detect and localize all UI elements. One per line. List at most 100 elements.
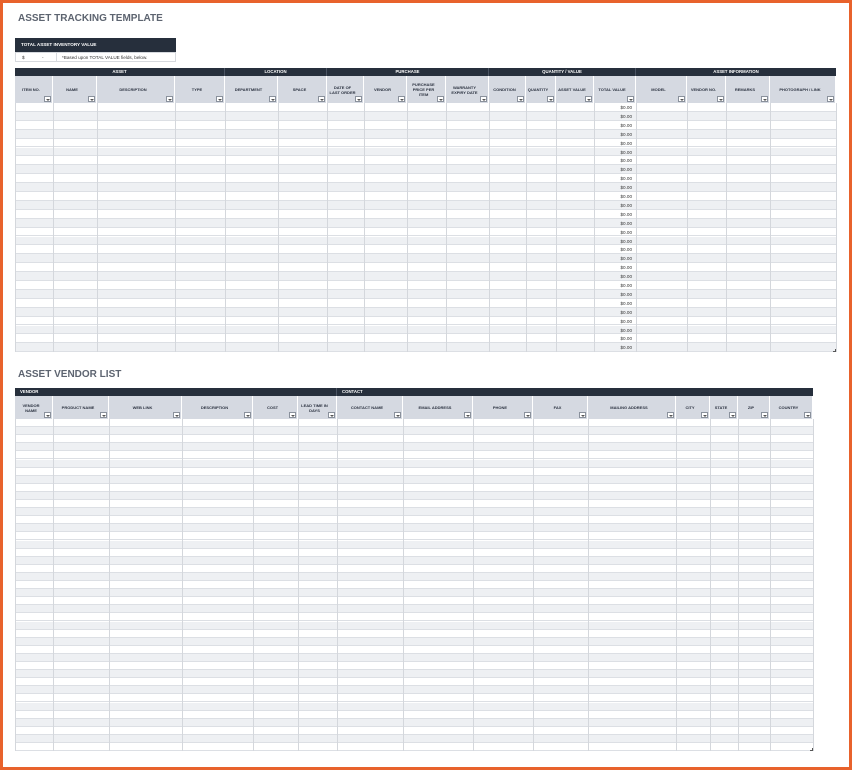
table-row[interactable] <box>15 597 813 606</box>
table-row[interactable] <box>15 111 836 121</box>
table-row[interactable] <box>15 653 813 662</box>
table-row[interactable] <box>15 459 813 468</box>
table-row[interactable] <box>15 718 813 727</box>
filter-dropdown-icon[interactable] <box>269 96 276 102</box>
table-row[interactable] <box>15 192 836 201</box>
filter-dropdown-icon[interactable] <box>173 412 180 418</box>
filter-dropdown-icon[interactable] <box>328 412 335 418</box>
filter-dropdown-icon[interactable] <box>804 412 811 418</box>
table-row[interactable] <box>15 254 836 264</box>
table-row[interactable] <box>15 670 813 679</box>
table-row[interactable] <box>15 174 836 184</box>
total-value-cell[interactable]: $0.00 <box>594 105 633 110</box>
total-value-cell[interactable]: $0.00 <box>594 167 633 172</box>
table-row[interactable] <box>15 419 813 428</box>
filter-dropdown-icon[interactable] <box>244 412 251 418</box>
total-value-cell[interactable]: $0.00 <box>594 301 633 306</box>
table-resize-handle[interactable] <box>833 349 836 353</box>
total-value-cell[interactable]: $0.00 <box>594 158 633 163</box>
table-row[interactable] <box>15 694 813 703</box>
table-row[interactable] <box>15 147 836 157</box>
filter-dropdown-icon[interactable] <box>437 96 444 102</box>
table-row[interactable] <box>15 103 836 112</box>
table-row[interactable] <box>15 678 813 687</box>
filter-dropdown-icon[interactable] <box>701 412 708 418</box>
filter-dropdown-icon[interactable] <box>761 412 768 418</box>
table-row[interactable] <box>15 435 813 444</box>
total-value-cell[interactable]: $0.00 <box>594 256 633 261</box>
filter-dropdown-icon[interactable] <box>216 96 223 102</box>
total-value-cell[interactable]: $0.00 <box>594 239 633 244</box>
table-row[interactable] <box>15 121 836 130</box>
filter-dropdown-icon[interactable] <box>579 412 586 418</box>
table-row[interactable] <box>15 468 813 476</box>
table-row[interactable] <box>15 307 836 317</box>
table-row[interactable] <box>15 702 813 711</box>
total-value-cell[interactable]: $0.00 <box>594 185 633 190</box>
table-row[interactable] <box>15 589 813 598</box>
total-value-cell[interactable]: $0.00 <box>594 336 633 341</box>
table-row[interactable] <box>15 475 813 484</box>
total-value-cell[interactable]: $0.00 <box>594 283 633 288</box>
table-row[interactable] <box>15 281 836 290</box>
table-row[interactable] <box>15 556 813 565</box>
filter-dropdown-icon[interactable] <box>44 96 51 102</box>
table-row[interactable] <box>15 451 813 460</box>
table-row[interactable] <box>15 325 836 335</box>
filter-dropdown-icon[interactable] <box>524 412 531 418</box>
table-row[interactable] <box>15 532 813 541</box>
table-row[interactable] <box>15 165 836 175</box>
filter-dropdown-icon[interactable] <box>464 412 471 418</box>
filter-dropdown-icon[interactable] <box>289 412 296 418</box>
table-row[interactable] <box>15 572 813 581</box>
table-row[interactable] <box>15 662 813 671</box>
filter-dropdown-icon[interactable] <box>827 96 834 102</box>
table-row[interactable] <box>15 334 836 344</box>
table-row[interactable] <box>15 508 813 517</box>
filter-dropdown-icon[interactable] <box>729 412 736 418</box>
total-inventory-value-row[interactable]: $ - *Based upon TOTAL VALUE fields, belo… <box>15 52 176 62</box>
table-row[interactable] <box>15 630 813 638</box>
total-value-cell[interactable]: $0.00 <box>594 141 633 146</box>
total-value-cell[interactable]: $0.00 <box>594 328 633 333</box>
total-value-cell[interactable]: $0.00 <box>594 319 633 324</box>
filter-dropdown-icon[interactable] <box>394 412 401 418</box>
total-value-cell[interactable]: $0.00 <box>594 132 633 137</box>
table-row[interactable] <box>15 443 813 452</box>
table-row[interactable] <box>15 581 813 590</box>
table-row[interactable] <box>15 621 813 630</box>
table-row[interactable] <box>15 637 813 646</box>
table-row[interactable] <box>15 686 813 695</box>
table-row[interactable] <box>15 289 836 299</box>
table-row[interactable] <box>15 711 813 719</box>
table-resize-handle[interactable] <box>810 748 813 752</box>
total-value-cell[interactable]: $0.00 <box>594 292 633 297</box>
table-row[interactable] <box>15 540 813 549</box>
filter-dropdown-icon[interactable] <box>166 96 173 102</box>
table-row[interactable] <box>15 272 836 281</box>
filter-dropdown-icon[interactable] <box>667 412 674 418</box>
filter-dropdown-icon[interactable] <box>100 412 107 418</box>
filter-dropdown-icon[interactable] <box>547 96 554 102</box>
table-row[interactable] <box>15 263 836 273</box>
total-value-cell[interactable]: $0.00 <box>594 247 633 252</box>
table-row[interactable] <box>15 210 836 219</box>
table-row[interactable] <box>15 500 813 509</box>
table-row[interactable] <box>15 549 813 557</box>
table-row[interactable] <box>15 245 836 255</box>
total-value-cell[interactable]: $0.00 <box>594 212 633 217</box>
filter-dropdown-icon[interactable] <box>627 96 634 102</box>
total-value-cell[interactable]: $0.00 <box>594 114 633 119</box>
filter-dropdown-icon[interactable] <box>88 96 95 102</box>
table-row[interactable] <box>15 646 813 654</box>
filter-dropdown-icon[interactable] <box>398 96 405 102</box>
table-row[interactable] <box>15 139 836 148</box>
total-value-cell[interactable]: $0.00 <box>594 203 633 208</box>
total-value-cell[interactable]: $0.00 <box>594 176 633 181</box>
total-value-cell[interactable]: $0.00 <box>594 310 633 315</box>
table-row[interactable] <box>15 228 836 237</box>
table-row[interactable] <box>15 605 813 614</box>
filter-dropdown-icon[interactable] <box>517 96 524 102</box>
filter-dropdown-icon[interactable] <box>717 96 724 102</box>
table-row[interactable] <box>15 156 836 166</box>
